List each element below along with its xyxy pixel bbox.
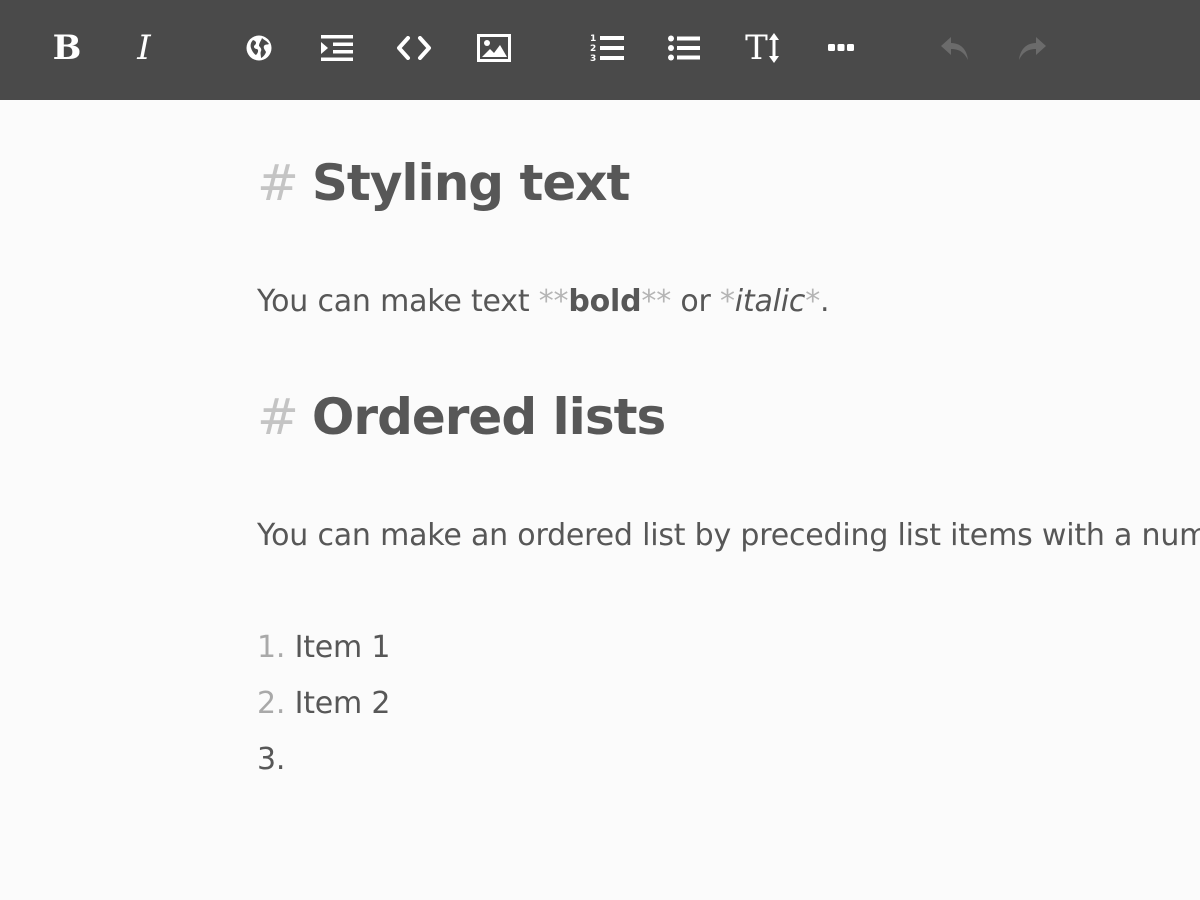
image-icon [477, 34, 511, 62]
formatting-toolbar: B I 1 2 3 T [0, 0, 1200, 100]
list-item-number: 2. [257, 686, 286, 721]
markdown-editor[interactable]: # Styling text You can make text **bold**… [0, 100, 1200, 900]
list-item-number: 1. [257, 630, 286, 665]
list-item-number: 3. [257, 742, 286, 777]
paragraph-text: You can make text [257, 284, 539, 319]
image-button[interactable] [472, 26, 516, 70]
ordered-list-button[interactable]: 1 2 3 [585, 26, 629, 70]
bold-markup: ** [641, 284, 671, 319]
paragraph-styling: You can make text **bold** or *italic*. [257, 284, 830, 319]
unordered-list-button[interactable] [662, 26, 706, 70]
redo-icon [1019, 37, 1046, 60]
globe-icon [246, 35, 272, 61]
quote-button[interactable] [315, 26, 359, 70]
ordered-list-digit: 3 [590, 54, 596, 63]
heading-button[interactable]: T [740, 26, 784, 70]
ordered-list-icon: 1 2 3 [590, 34, 624, 63]
paragraph-text: You can make an ordered list by precedin… [257, 518, 1200, 553]
more-button[interactable] [819, 26, 863, 70]
bold-markup: ** [538, 284, 569, 319]
italic-icon: I [137, 28, 151, 68]
heading-marker: # [257, 154, 299, 212]
list-item: 3. [257, 742, 285, 777]
link-button[interactable] [237, 26, 281, 70]
list-item: 2. Item 2 [257, 686, 390, 721]
indent-icon [321, 35, 353, 61]
text-size-icon: T [745, 31, 768, 65]
ordered-list-digit: 2 [590, 44, 596, 54]
ordered-list-digit: 1 [590, 34, 596, 44]
bold-button[interactable]: B [45, 26, 89, 70]
more-icon [828, 44, 854, 51]
redo-button[interactable] [1010, 26, 1054, 70]
code-button[interactable] [392, 26, 436, 70]
paragraph-ordered-lists: You can make an ordered list by precedin… [257, 518, 1200, 553]
heading-marker: # [257, 388, 299, 446]
bold-text: bold [568, 284, 642, 319]
bullet-list-icon [668, 35, 700, 61]
heading-styling-text: # Styling text [257, 154, 631, 212]
undo-button[interactable] [933, 26, 977, 70]
undo-icon [941, 37, 968, 60]
italic-button[interactable]: I [122, 26, 166, 70]
heading-text: Ordered lists [311, 388, 666, 446]
text-size-letter: T [745, 28, 768, 68]
list-item-text: Item 1 [294, 630, 391, 665]
list-item-text: Item 2 [294, 686, 391, 721]
italic-text: italic [734, 284, 806, 319]
bold-icon: B [52, 28, 82, 68]
list-item: 1. Item 1 [257, 630, 390, 665]
paragraph-text: or [671, 284, 720, 319]
heading-text: Styling text [311, 154, 631, 212]
text-size-arrow-icon [768, 33, 779, 63]
italic-markup: * [805, 284, 821, 319]
code-icon [397, 36, 431, 60]
heading-ordered-lists: # Ordered lists [257, 388, 666, 446]
italic-markup: * [719, 284, 735, 319]
paragraph-text: . [820, 284, 830, 319]
